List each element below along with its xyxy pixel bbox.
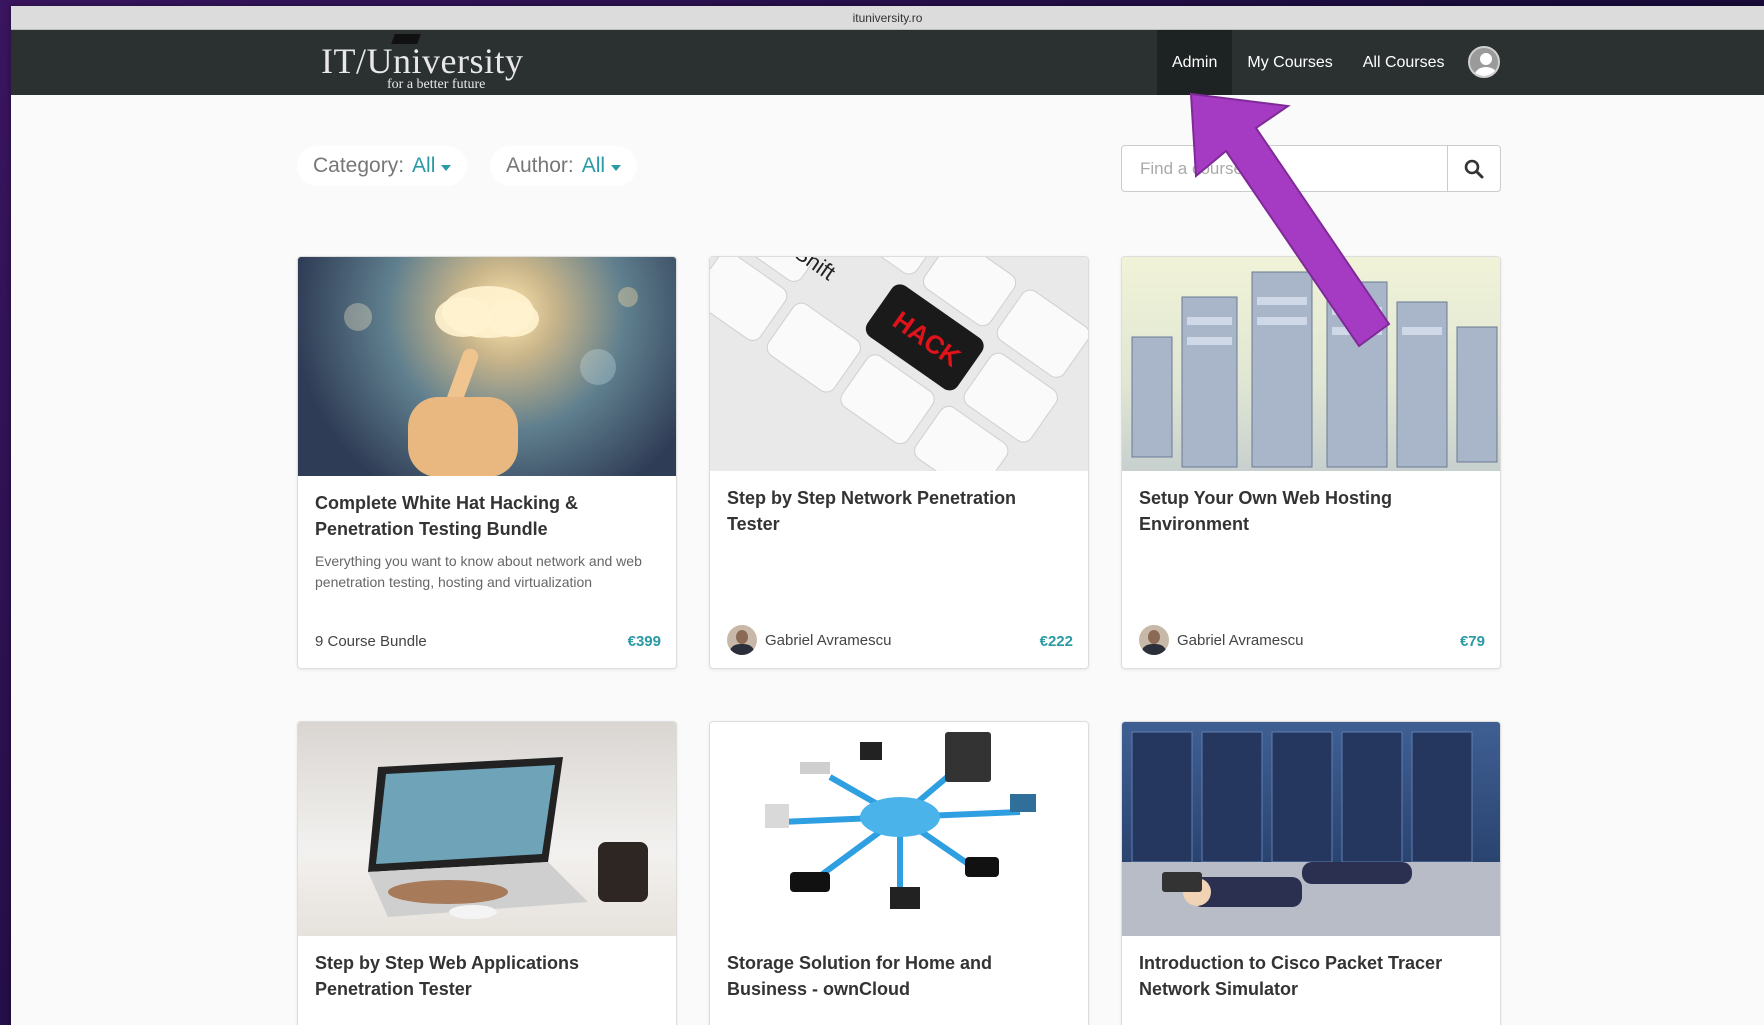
user-body-icon bbox=[1474, 67, 1498, 76]
course-price: €399 bbox=[627, 633, 661, 650]
category-filter-value: All bbox=[412, 154, 436, 177]
course-author[interactable]: Gabriel Avramescu bbox=[727, 625, 891, 655]
category-filter-label: Category: bbox=[313, 154, 405, 177]
top-navbar: IT/University for a better future Admin … bbox=[11, 30, 1764, 95]
course-bundle-label: 9 Course Bundle bbox=[315, 633, 427, 650]
site-logo[interactable]: IT/University for a better future bbox=[309, 34, 549, 92]
course-image-hack-keyboard: HACK Shift bbox=[710, 257, 1088, 471]
course-card[interactable]: Introduction to Cisco Packet Tracer Netw… bbox=[1121, 721, 1501, 1025]
course-title[interactable]: Complete White Hat Hacking & Penetration… bbox=[315, 490, 659, 542]
nav-admin-label: Admin bbox=[1172, 53, 1218, 71]
course-card[interactable]: Step by Step Web Applications Penetratio… bbox=[297, 721, 677, 1025]
cloud-network-image bbox=[765, 732, 1036, 909]
course-card[interactable]: Storage Solution for Home and Business -… bbox=[709, 721, 1089, 1025]
nav-my-courses[interactable]: My Courses bbox=[1232, 30, 1347, 95]
course-footer-text: 9 Course Bundle bbox=[315, 633, 427, 650]
course-description: Everything you want to know about networ… bbox=[315, 553, 642, 590]
course-card[interactable]: Complete White Hat Hacking & Penetration… bbox=[297, 256, 677, 669]
caret-down-icon bbox=[611, 165, 622, 171]
logo-tagline: for a better future bbox=[387, 77, 486, 92]
author-filter-label: Author: bbox=[506, 154, 574, 177]
course-image-servers bbox=[1122, 257, 1500, 471]
author-filter[interactable]: Author: All bbox=[490, 146, 638, 186]
category-filter[interactable]: Category: All bbox=[297, 146, 468, 186]
author-name: Gabriel Avramescu bbox=[1177, 631, 1304, 649]
user-head-icon bbox=[1480, 53, 1492, 65]
author-filter-value: All bbox=[581, 154, 606, 177]
search-icon bbox=[1464, 159, 1484, 178]
servers-image bbox=[1131, 271, 1498, 468]
caret-down-icon bbox=[441, 165, 452, 171]
course-image-cloud-network bbox=[710, 722, 1088, 936]
course-title[interactable]: Step by Step Web Applications Penetratio… bbox=[315, 950, 659, 1002]
search-input[interactable] bbox=[1122, 146, 1447, 191]
logo-title: IT/University bbox=[321, 41, 524, 81]
hack-keyboard-image: HACK Shift bbox=[710, 257, 1088, 471]
author-name: Gabriel Avramescu bbox=[765, 631, 892, 649]
course-title[interactable]: Step by Step Network Penetration Tester bbox=[727, 485, 1071, 537]
course-card[interactable]: HACK Shift Step by Step Network Penetrat… bbox=[709, 256, 1089, 669]
search-button[interactable] bbox=[1447, 146, 1500, 191]
url-text: ituniversity.ro bbox=[852, 10, 923, 25]
laptop-desk-image bbox=[368, 757, 648, 919]
author-avatar bbox=[727, 625, 757, 655]
user-avatar[interactable] bbox=[1468, 46, 1500, 78]
nav-my-courses-label: My Courses bbox=[1247, 53, 1333, 71]
datacenter-sleeping-image bbox=[1122, 731, 1500, 936]
course-title[interactable]: Introduction to Cisco Packet Tracer Netw… bbox=[1139, 950, 1483, 1002]
course-card[interactable]: Setup Your Own Web Hosting Environment G… bbox=[1121, 256, 1501, 669]
author-avatar bbox=[1139, 625, 1169, 655]
course-image-datacenter bbox=[1122, 722, 1500, 936]
address-bar[interactable]: ituniversity.ro bbox=[11, 6, 1764, 30]
nav-admin[interactable]: Admin bbox=[1157, 30, 1233, 95]
cloud-touch-image bbox=[344, 286, 638, 476]
course-search bbox=[1121, 145, 1501, 192]
course-price: €79 bbox=[1459, 633, 1485, 650]
nav-all-courses[interactable]: All Courses bbox=[1348, 30, 1460, 95]
course-image-cloud-touch bbox=[298, 257, 676, 476]
course-title[interactable]: Setup Your Own Web Hosting Environment bbox=[1139, 485, 1483, 537]
course-title[interactable]: Storage Solution for Home and Business -… bbox=[727, 950, 1071, 1002]
course-image-laptop bbox=[298, 722, 676, 936]
nav-all-courses-label: All Courses bbox=[1362, 53, 1445, 71]
course-author[interactable]: Gabriel Avramescu bbox=[1139, 625, 1303, 655]
browser-window: ituniversity.ro IT/University for a bett… bbox=[11, 6, 1764, 1025]
course-price: €222 bbox=[1039, 633, 1073, 650]
nav-links: Admin My Courses All Courses bbox=[1157, 30, 1460, 95]
